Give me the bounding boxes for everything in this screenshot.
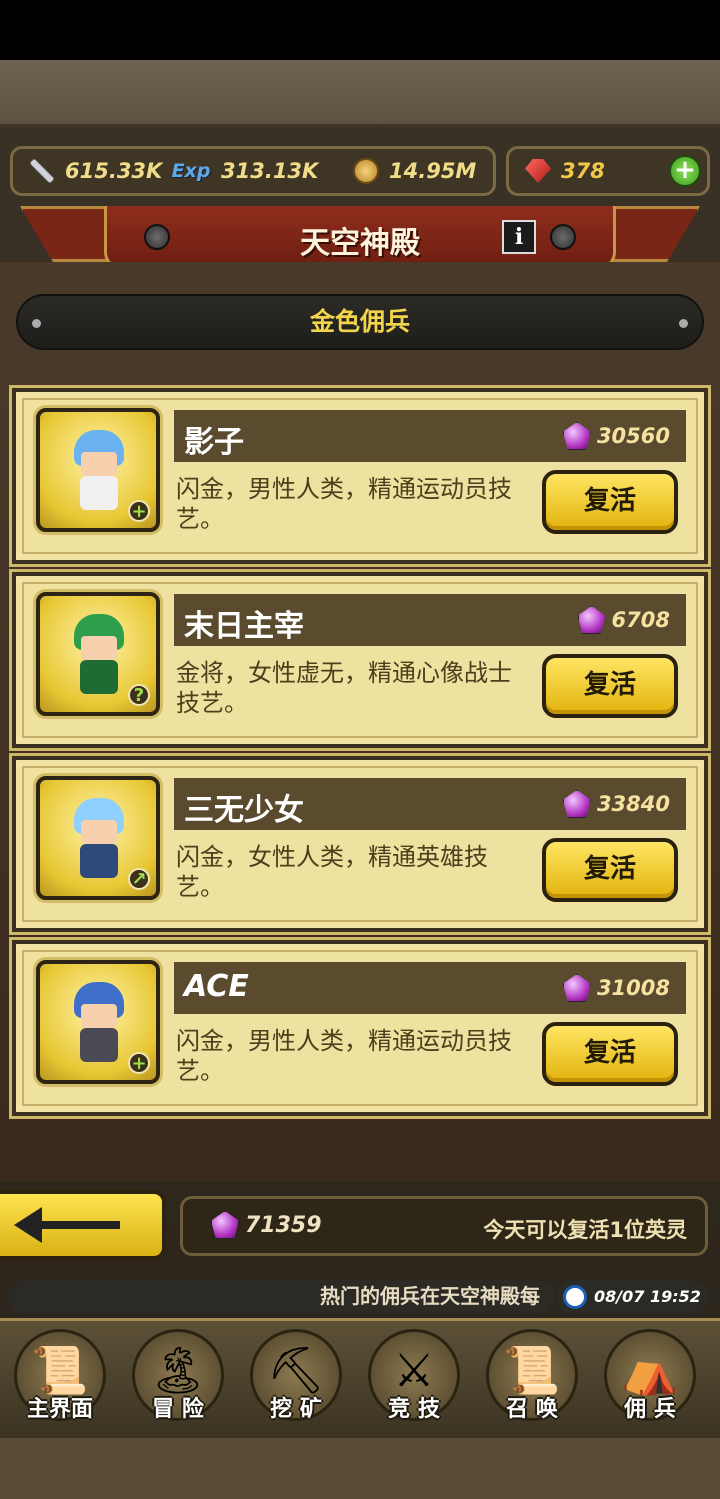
gem-icon: [562, 974, 591, 1002]
hero-sprite-icon: [70, 430, 128, 516]
attack-value: 615.33K: [65, 159, 163, 183]
portrait-badge-icon: +: [128, 1052, 150, 1074]
mercenary-portrait[interactable]: ?: [36, 592, 160, 716]
revive-cost-value: 31008: [596, 976, 670, 1000]
page-title: 天空神殿: [300, 226, 420, 261]
mercenary-portrait[interactable]: +: [36, 408, 160, 532]
mercenary-card: + 影子 30560 闪金，男性人类，精通运动员技艺。 复活: [9, 385, 711, 567]
exp-value: 313.13K: [221, 159, 319, 183]
nav-label: 冒 险: [152, 1397, 204, 1422]
section-title: 金色佣兵: [16, 294, 704, 350]
nav-label: 主界面: [26, 1397, 93, 1422]
nav-icon: 📜: [503, 1343, 561, 1397]
total-gems: 71359: [211, 1211, 322, 1239]
revive-cost-value: 30560: [596, 424, 670, 448]
revive-button[interactable]: 复活: [542, 838, 678, 902]
nav-label: 挖 矿: [270, 1397, 322, 1422]
revive-limit-note: 今天可以复活1位英灵: [483, 1218, 687, 1242]
revive-cost: 31008: [562, 974, 670, 1002]
hero-sprite-icon: [70, 982, 128, 1068]
add-ruby-button[interactable]: +: [669, 155, 701, 187]
nav-item-0[interactable]: 📜 主界面: [4, 1325, 116, 1435]
news-ticker: 热门的佣兵在天空神殿每: [8, 1280, 554, 1314]
mercenary-name: 影子: [184, 425, 244, 460]
hero-sprite-icon: [70, 614, 128, 700]
nav-item-3[interactable]: ⚔ 竞 技: [358, 1325, 470, 1435]
name-bar: ACE 31008: [174, 962, 686, 1014]
gem-icon: [211, 1211, 239, 1239]
portrait-badge-icon: +: [128, 500, 150, 522]
mercenary-list: + 影子 30560 闪金，男性人类，精通运动员技艺。 复活 ? 末日主宰 67: [9, 385, 711, 1124]
clock: 08/07 19:52: [556, 1280, 708, 1314]
mercenary-name: 三无少女: [184, 793, 304, 828]
sword-icon: [27, 156, 57, 186]
nav-icon: ⚔: [393, 1343, 435, 1397]
coin-icon: [351, 156, 381, 186]
name-bar: 三无少女 33840: [174, 778, 686, 830]
status-bar: [0, 0, 720, 60]
portrait-badge-icon: ?: [128, 684, 150, 706]
mercenary-description: 金将，女性虚无，精通心像战士技艺。: [176, 659, 512, 717]
nav-icon: ⛏: [266, 1343, 326, 1397]
attack-resource: 615.33K: [27, 149, 162, 193]
mercenary-description: 闪金，男性人类，精通运动员技艺。: [176, 475, 512, 533]
mercenary-name: 末日主宰: [184, 609, 304, 644]
revive-cost: 30560: [562, 422, 670, 450]
back-button[interactable]: [0, 1190, 166, 1260]
ruby-icon: [523, 156, 553, 186]
gem-icon: [562, 422, 591, 450]
revive-button[interactable]: 复活: [542, 1022, 678, 1086]
portrait-badge-icon: ↗: [128, 868, 150, 890]
revive-info-bar: 71359 今天可以复活1位英灵: [180, 1196, 708, 1256]
mercenary-card: ? 末日主宰 6708 金将，女性虚无，精通心像战士技艺。 复活: [9, 569, 711, 751]
nav-label: 召 唤: [506, 1397, 558, 1422]
info-button[interactable]: i: [502, 220, 536, 254]
clock-time: 08/07 19:52: [594, 1287, 701, 1306]
revive-cost: 33840: [562, 790, 670, 818]
nav-icon: 🏝: [148, 1343, 208, 1397]
footer-map: [0, 1438, 720, 1499]
exp-icon: Exp: [171, 160, 211, 182]
nav-label: 竞 技: [388, 1397, 440, 1422]
nav-icon: 📜: [31, 1343, 89, 1397]
resource-bar: 615.33K Exp 313.13K 14.95M: [10, 146, 496, 196]
nav-icon: ⛺: [621, 1343, 679, 1397]
revive-cost-value: 33840: [596, 792, 670, 816]
ruby-value: 378: [561, 159, 605, 183]
mercenary-portrait[interactable]: +: [36, 960, 160, 1084]
revive-button[interactable]: 复活: [542, 470, 678, 534]
nav-item-2[interactable]: ⛏ 挖 矿: [240, 1325, 352, 1435]
nav-item-1[interactable]: 🏝 冒 险: [122, 1325, 234, 1435]
mercenary-description: 闪金，男性人类，精通运动员技艺。: [176, 1027, 512, 1085]
nav-label: 佣 兵: [624, 1397, 676, 1422]
revive-cost-value: 6708: [611, 608, 670, 632]
mercenary-portrait[interactable]: ↗: [36, 776, 160, 900]
ruby-bar: 378 +: [506, 146, 710, 196]
back-arrow-icon: [14, 1207, 120, 1243]
nav-item-5[interactable]: ⛺ 佣 兵: [594, 1325, 706, 1435]
revive-cost: 6708: [577, 606, 670, 634]
nav-item-4[interactable]: 📜 召 唤: [476, 1325, 588, 1435]
mercenary-card: + ACE 31008 闪金，男性人类，精通运动员技艺。 复活: [9, 937, 711, 1119]
gem-icon: [577, 606, 606, 634]
exp-resource: Exp 313.13K: [169, 149, 319, 193]
mercenary-name: ACE: [184, 969, 249, 1004]
map-header: [0, 60, 720, 128]
revive-button[interactable]: 复活: [542, 654, 678, 718]
ruby-resource: 378: [523, 149, 605, 193]
gold-resource: 14.95M: [351, 149, 476, 193]
gem-icon: [562, 790, 591, 818]
bottom-nav: 📜 主界面 🏝 冒 险 ⛏ 挖 矿 ⚔ 竞 技 📜 召 唤 ⛺ 佣 兵: [0, 1318, 720, 1438]
mercenary-card: ↗ 三无少女 33840 闪金，女性人类，精通英雄技艺。 复活: [9, 753, 711, 935]
total-gems-value: 71359: [245, 1212, 322, 1238]
mercenary-description: 闪金，女性人类，精通英雄技艺。: [176, 843, 488, 901]
clock-icon: [563, 1285, 587, 1309]
name-bar: 影子 30560: [174, 410, 686, 462]
name-bar: 末日主宰 6708: [174, 594, 686, 646]
hero-sprite-icon: [70, 798, 128, 884]
gold-value: 14.95M: [389, 159, 477, 183]
